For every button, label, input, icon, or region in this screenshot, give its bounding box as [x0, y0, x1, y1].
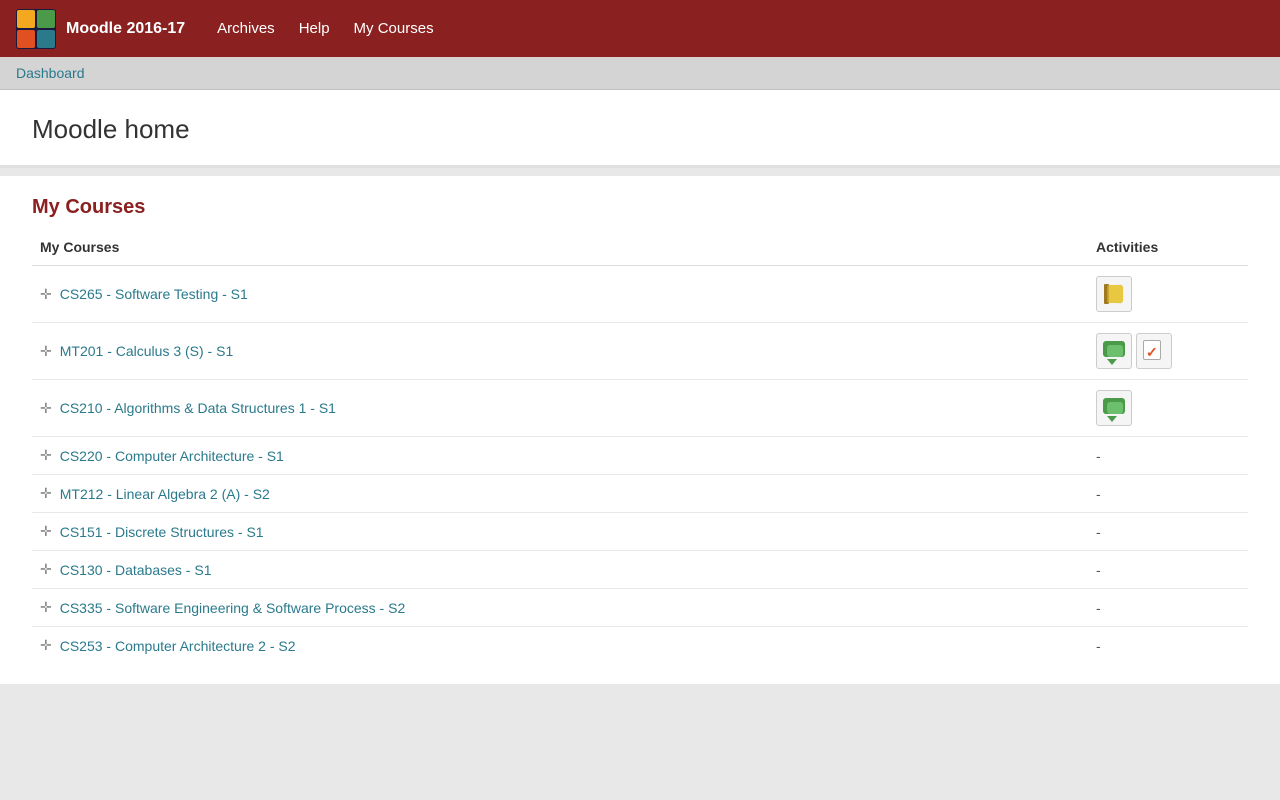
course-link-cs151[interactable]: CS151 - Discrete Structures - S1	[60, 524, 264, 540]
my-courses-heading: My Courses	[32, 196, 1248, 219]
course-link-cs265[interactable]: CS265 - Software Testing - S1	[60, 286, 248, 302]
forum-activity-icon[interactable]	[1096, 333, 1132, 369]
page-title-area: Moodle home	[0, 90, 1280, 168]
activities-cell-cs210	[1088, 380, 1248, 437]
drag-handle-icon[interactable]: ✛	[40, 286, 52, 303]
activities-cell-cs130: -	[1088, 551, 1248, 589]
course-table-body: ✛ CS265 - Software Testing - S1 ✛ MT201 - …	[32, 266, 1248, 665]
course-cell-mt212: ✛ MT212 - Linear Algebra 2 (A) - S2	[32, 475, 1088, 513]
drag-handle-icon[interactable]: ✛	[40, 400, 52, 417]
course-cell-cs210: ✛ CS210 - Algorithms & Data Structures 1 …	[32, 380, 1088, 437]
site-title: Moodle 2016-17	[66, 20, 185, 38]
drag-handle-icon[interactable]: ✛	[40, 447, 52, 464]
course-cell-cs335: ✛ CS335 - Software Engineering & Software…	[32, 589, 1088, 627]
header: Moodle 2016-17 Archives Help My Courses	[0, 0, 1280, 57]
forum-activity-icon[interactable]	[1096, 390, 1132, 426]
logo-area: Moodle 2016-17	[16, 9, 185, 49]
col-activities: Activities	[1088, 233, 1248, 266]
table-row: ✛ MT212 - Linear Algebra 2 (A) - S2 -	[32, 475, 1248, 513]
table-header-row: My Courses Activities	[32, 233, 1248, 266]
activities-cell-cs151: -	[1088, 513, 1248, 551]
table-row: ✛ CS335 - Software Engineering & Software…	[32, 589, 1248, 627]
table-row: ✛ CS265 - Software Testing - S1	[32, 266, 1248, 323]
activities-cell-cs265	[1088, 266, 1248, 323]
no-activity-dash: -	[1096, 524, 1101, 540]
course-link-cs335[interactable]: CS335 - Software Engineering & Software …	[60, 600, 406, 616]
course-link-mt201[interactable]: MT201 - Calculus 3 (S) - S1	[60, 343, 234, 359]
activities-cell-cs253: -	[1088, 627, 1248, 665]
activities-cell-mt212: -	[1088, 475, 1248, 513]
drag-handle-icon[interactable]: ✛	[40, 561, 52, 578]
course-link-mt212[interactable]: MT212 - Linear Algebra 2 (A) - S2	[60, 486, 270, 502]
nav-help[interactable]: Help	[299, 20, 330, 37]
drag-handle-icon[interactable]: ✛	[40, 343, 52, 360]
table-row: ✛ CS220 - Computer Architecture - S1 -	[32, 437, 1248, 475]
course-cell-cs220: ✛ CS220 - Computer Architecture - S1	[32, 437, 1088, 475]
course-link-cs210[interactable]: CS210 - Algorithms & Data Structures 1 -…	[60, 400, 336, 416]
breadcrumb-bar: Dashboard	[0, 57, 1280, 90]
main-content: My Courses My Courses Activities ✛ CS265 …	[0, 176, 1280, 684]
table-row: ✛ CS253 - Computer Architecture 2 - S2 -	[32, 627, 1248, 665]
no-activity-dash: -	[1096, 600, 1101, 616]
course-cell-cs151: ✛ CS151 - Discrete Structures - S1	[32, 513, 1088, 551]
no-activity-dash: -	[1096, 486, 1101, 502]
nav-archives[interactable]: Archives	[217, 20, 275, 37]
page-title: Moodle home	[32, 114, 1248, 145]
course-link-cs130[interactable]: CS130 - Databases - S1	[60, 562, 212, 578]
course-cell-cs265: ✛ CS265 - Software Testing - S1	[32, 266, 1088, 323]
table-row: ✛ CS130 - Databases - S1 -	[32, 551, 1248, 589]
drag-handle-icon[interactable]: ✛	[40, 637, 52, 654]
course-cell-cs130: ✛ CS130 - Databases - S1	[32, 551, 1088, 589]
table-row: ✛ CS210 - Algorithms & Data Structures 1 …	[32, 380, 1248, 437]
course-cell-cs253: ✛ CS253 - Computer Architecture 2 - S2	[32, 627, 1088, 665]
course-table: My Courses Activities ✛ CS265 - Software …	[32, 233, 1248, 664]
activities-cell-mt201: ✓	[1088, 323, 1248, 380]
table-row: ✛ MT201 - Calculus 3 (S) - S1 ✓	[32, 323, 1248, 380]
moodle-logo-icon	[16, 9, 56, 49]
activities-cell-cs335: -	[1088, 589, 1248, 627]
activities-cell-cs220: -	[1088, 437, 1248, 475]
table-row: ✛ CS151 - Discrete Structures - S1 -	[32, 513, 1248, 551]
book-activity-icon[interactable]	[1096, 276, 1132, 312]
course-cell-mt201: ✛ MT201 - Calculus 3 (S) - S1	[32, 323, 1088, 380]
col-my-courses: My Courses	[32, 233, 1088, 266]
no-activity-dash: -	[1096, 638, 1101, 654]
dashboard-breadcrumb[interactable]: Dashboard	[16, 65, 85, 81]
course-link-cs220[interactable]: CS220 - Computer Architecture - S1	[60, 448, 284, 464]
nav-my-courses[interactable]: My Courses	[354, 20, 434, 37]
course-link-cs253[interactable]: CS253 - Computer Architecture 2 - S2	[60, 638, 296, 654]
drag-handle-icon[interactable]: ✛	[40, 523, 52, 540]
main-nav: Archives Help My Courses	[217, 20, 433, 37]
drag-handle-icon[interactable]: ✛	[40, 599, 52, 616]
no-activity-dash: -	[1096, 562, 1101, 578]
no-activity-dash: -	[1096, 448, 1101, 464]
assignment-activity-icon[interactable]: ✓	[1136, 333, 1172, 369]
drag-handle-icon[interactable]: ✛	[40, 485, 52, 502]
